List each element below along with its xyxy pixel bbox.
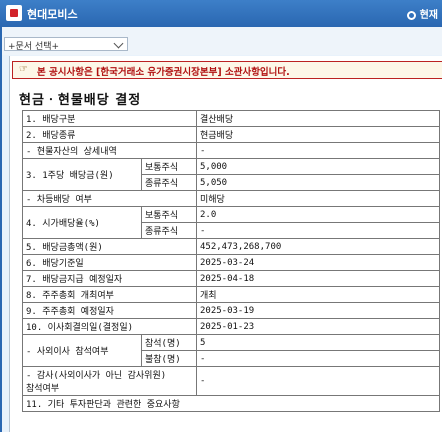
row-label: 7. 배당금지급 예정일자 bbox=[22, 270, 197, 287]
row-value: - bbox=[196, 350, 440, 367]
row-sublabel: 보통주식 bbox=[141, 206, 197, 223]
row-label: 3. 1주당 배당금(원) bbox=[22, 158, 142, 191]
document-select-value: +문서 선택+ bbox=[8, 42, 60, 52]
row-value: - bbox=[196, 366, 440, 396]
window-title: 현대모비스 bbox=[27, 8, 78, 21]
table-row: 10. 이사회결의일(결정일) 2025-01-23 bbox=[22, 318, 440, 335]
notice-banner: ☞ 본 공시사항은 [한국거래소 유가증권시장본부] 소관사항입니다. bbox=[12, 61, 442, 79]
row-value: 5 bbox=[196, 334, 440, 351]
row-label: - 현물자산의 상세내역 bbox=[22, 142, 197, 159]
row-label-line2: 참석여부 bbox=[26, 384, 60, 394]
table-row: 2. 배당종류 현금배당 bbox=[22, 126, 440, 143]
row-value: 5,050 bbox=[196, 174, 440, 191]
row-value: - bbox=[196, 142, 440, 159]
table-row: 4. 시가배당율(%) 보통주식 2.0 bbox=[22, 206, 440, 239]
table-row: - 현물자산의 상세내역 - bbox=[22, 142, 440, 159]
row-label: 4. 시가배당율(%) bbox=[22, 206, 142, 239]
row-value: 2.0 bbox=[196, 206, 440, 223]
row-label: 1. 배당구분 bbox=[22, 110, 197, 127]
row-label: - 차등배당 여부 bbox=[22, 190, 197, 207]
row-value: 2025-03-24 bbox=[196, 254, 440, 271]
row-label: 6. 배당기준일 bbox=[22, 254, 197, 271]
dividend-table: 1. 배당구분 결산배당 2. 배당종류 현금배당 - 현물자산의 상세내역 -… bbox=[22, 110, 440, 412]
row-sublabel: 종류주식 bbox=[141, 174, 197, 191]
table-row: 11. 기타 투자판단과 관련한 중요사항 bbox=[22, 395, 440, 412]
title-bar: 현대모비스 현재 bbox=[0, 0, 442, 27]
row-value: 2025-03-19 bbox=[196, 302, 440, 319]
table-row: 3. 1주당 배당금(원) 보통주식 5,000 bbox=[22, 158, 440, 191]
row-value: 현금배당 bbox=[196, 126, 440, 143]
row-sublabel: 불참(명) bbox=[141, 350, 197, 367]
status-indicator[interactable]: 현재 bbox=[406, 6, 438, 21]
table-row: - 사외이사 참석여부 참석(명) 5 bbox=[22, 334, 440, 367]
row-sublabel: 보통주식 bbox=[141, 158, 197, 175]
row-label: 9. 주주총회 예정일자 bbox=[22, 302, 197, 319]
notice-text: 본 공시사항은 [한국거래소 유가증권시장본부] 소관사항입니다. bbox=[37, 67, 290, 78]
row-value: 미해당 bbox=[196, 190, 440, 207]
table-row: 5. 배당금총액(원) 452,473,268,700 bbox=[22, 238, 440, 255]
chevron-down-icon bbox=[113, 38, 124, 49]
table-row: 8. 주주총회 개최여부 개최 bbox=[22, 286, 440, 303]
table-row: - 차등배당 여부 미해당 bbox=[22, 190, 440, 207]
row-value: 개최 bbox=[196, 286, 440, 303]
page-title: 현금ㆍ현물배당 결정 bbox=[19, 93, 142, 108]
app-logo-icon bbox=[6, 5, 22, 21]
table-row: 6. 배당기준일 2025-03-24 bbox=[22, 254, 440, 271]
row-value: 452,473,268,700 bbox=[196, 238, 440, 255]
status-label: 현재 bbox=[419, 10, 438, 21]
row-label: 10. 이사회결의일(결정일) bbox=[22, 318, 197, 335]
row-label: 8. 주주총회 개최여부 bbox=[22, 286, 197, 303]
row-label: - 감사(사외이사가 아닌 감사위원) 참석여부 bbox=[22, 366, 197, 396]
status-dot-icon bbox=[406, 11, 416, 20]
row-value: - bbox=[196, 222, 440, 239]
document-select[interactable]: +문서 선택+ bbox=[4, 37, 128, 52]
table-row: 7. 배당금지급 예정일자 2025-04-18 bbox=[22, 270, 440, 287]
row-label: - 사외이사 참석여부 bbox=[22, 334, 142, 367]
row-value: 2025-01-23 bbox=[196, 318, 440, 335]
table-row: 1. 배당구분 결산배당 bbox=[22, 110, 440, 127]
row-label-line1: - 감사(사외이사가 아닌 감사위원) bbox=[26, 371, 167, 381]
row-sublabel: 종류주식 bbox=[141, 222, 197, 239]
row-value: 5,000 bbox=[196, 158, 440, 175]
pointing-hand-icon: ☞ bbox=[19, 64, 28, 75]
window-left-border bbox=[0, 27, 2, 432]
row-sublabel: 참석(명) bbox=[141, 334, 197, 351]
row-label: 5. 배당금총액(원) bbox=[22, 238, 197, 255]
table-row: - 감사(사외이사가 아닌 감사위원) 참석여부 - bbox=[22, 366, 440, 396]
row-value: 2025-04-18 bbox=[196, 270, 440, 287]
row-label: 11. 기타 투자판단과 관련한 중요사항 bbox=[22, 395, 440, 412]
row-label: 2. 배당종류 bbox=[22, 126, 197, 143]
row-value: 결산배당 bbox=[196, 110, 440, 127]
table-row: 9. 주주총회 예정일자 2025-03-19 bbox=[22, 302, 440, 319]
